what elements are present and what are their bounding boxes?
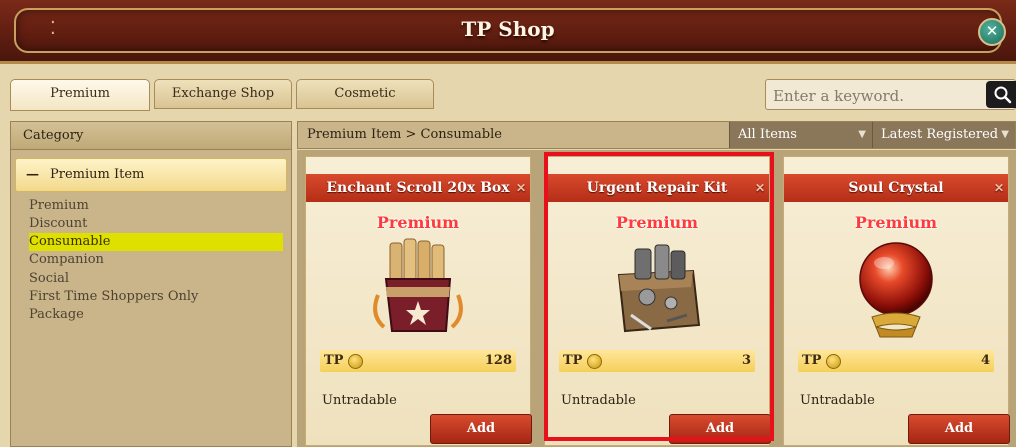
sidebar-item-consumable[interactable]: Consumable xyxy=(29,233,283,251)
sidebar-item-companion[interactable]: Companion xyxy=(29,251,104,269)
category-premium-item[interactable]: — Premium Item xyxy=(15,158,287,192)
price-value: 128 xyxy=(484,353,512,368)
category-header: Category xyxy=(11,122,291,150)
chevron-down-icon: ▼ xyxy=(858,129,866,140)
repair-kit-icon xyxy=(617,244,701,333)
premium-label: Premium xyxy=(615,213,699,232)
product-card[interactable]: Enchant Scroll 20x Box ✕ Premium TP 128 … xyxy=(305,156,532,446)
tab-exchange-shop[interactable]: Exchange Shop xyxy=(154,79,292,109)
product-grid: Enchant Scroll 20x Box ✕ Premium TP 128 … xyxy=(297,150,1016,447)
search-box xyxy=(765,79,1016,110)
add-button[interactable]: Add xyxy=(908,414,1010,444)
search-icon xyxy=(994,86,1012,104)
chevron-down-icon: ▼ xyxy=(1001,129,1009,140)
banner-ornament-icon: ✕ xyxy=(754,181,765,195)
price-bar: TP 4 xyxy=(798,350,994,372)
product-card[interactable]: Urgent Repair Kit ✕ Premium TP 3 Untrada… xyxy=(544,156,771,446)
premium-label: Premium xyxy=(376,213,460,232)
title-bar: ⁚ TP Shop ✕ xyxy=(0,0,1016,64)
price-value: 3 xyxy=(741,353,751,368)
sidebar-item-social[interactable]: Social xyxy=(29,270,69,288)
scope-value: All Items xyxy=(738,127,797,142)
sidebar-item-premium[interactable]: Premium xyxy=(29,197,89,215)
close-icon: ✕ xyxy=(985,22,999,40)
close-button[interactable]: ✕ xyxy=(978,18,1006,46)
product-name: Soul Crystal xyxy=(848,180,944,196)
tp-coin-icon xyxy=(587,354,602,369)
premium-label: Premium xyxy=(854,213,938,232)
currency-label: TP xyxy=(563,353,583,368)
product-name-banner: Soul Crystal ✕ xyxy=(784,174,1008,202)
sort-value: Latest Registered xyxy=(881,127,999,142)
product-name: Urgent Repair Kit xyxy=(586,180,728,196)
scroll-box-icon xyxy=(373,238,463,332)
sidebar-item-discount[interactable]: Discount xyxy=(29,215,87,233)
sort-dropdown[interactable]: Latest Registered ▼ xyxy=(872,122,1015,148)
banner-ornament-icon: ✕ xyxy=(993,181,1004,195)
sidebar-item-package[interactable]: Package xyxy=(29,306,84,324)
currency-label: TP xyxy=(324,353,344,368)
product-name-banner: Urgent Repair Kit ✕ xyxy=(545,174,769,202)
collapse-icon: — xyxy=(26,167,39,182)
currency-label: TP xyxy=(802,353,822,368)
category-sidebar: Category — Premium Item Premium Discount… xyxy=(10,121,292,447)
tradability-label: Untradable xyxy=(800,393,875,408)
price-bar: TP 128 xyxy=(320,350,516,372)
tp-coin-icon xyxy=(348,354,363,369)
tp-coin-icon xyxy=(826,354,841,369)
price-bar: TP 3 xyxy=(559,350,755,372)
category-label: Premium Item xyxy=(50,167,145,182)
tab-premium[interactable]: Premium xyxy=(10,79,150,111)
add-button[interactable]: Add xyxy=(669,414,771,444)
tradability-label: Untradable xyxy=(561,393,636,408)
window-title: TP Shop xyxy=(461,17,555,41)
product-name-banner: Enchant Scroll 20x Box ✕ xyxy=(306,174,530,202)
add-button[interactable]: Add xyxy=(430,414,532,444)
price-value: 4 xyxy=(980,353,990,368)
search-input[interactable] xyxy=(771,83,985,109)
scope-dropdown[interactable]: All Items ▼ xyxy=(729,122,872,148)
soul-crystal-icon xyxy=(859,242,933,338)
product-card[interactable]: Soul Crystal ✕ Premium TP 4 Untradable A… xyxy=(783,156,1010,446)
sidebar-item-first-time-shoppers[interactable]: First Time Shoppers Only xyxy=(29,288,198,306)
tab-cosmetic[interactable]: Cosmetic xyxy=(296,79,434,109)
search-button[interactable] xyxy=(986,81,1016,108)
tradability-label: Untradable xyxy=(322,393,397,408)
banner-ornament-icon: ✕ xyxy=(515,181,526,195)
breadcrumb: Premium Item > Consumable xyxy=(307,127,502,142)
product-name: Enchant Scroll 20x Box xyxy=(326,180,510,196)
breadcrumb-bar: Premium Item > Consumable All Items ▼ La… xyxy=(297,121,1016,149)
